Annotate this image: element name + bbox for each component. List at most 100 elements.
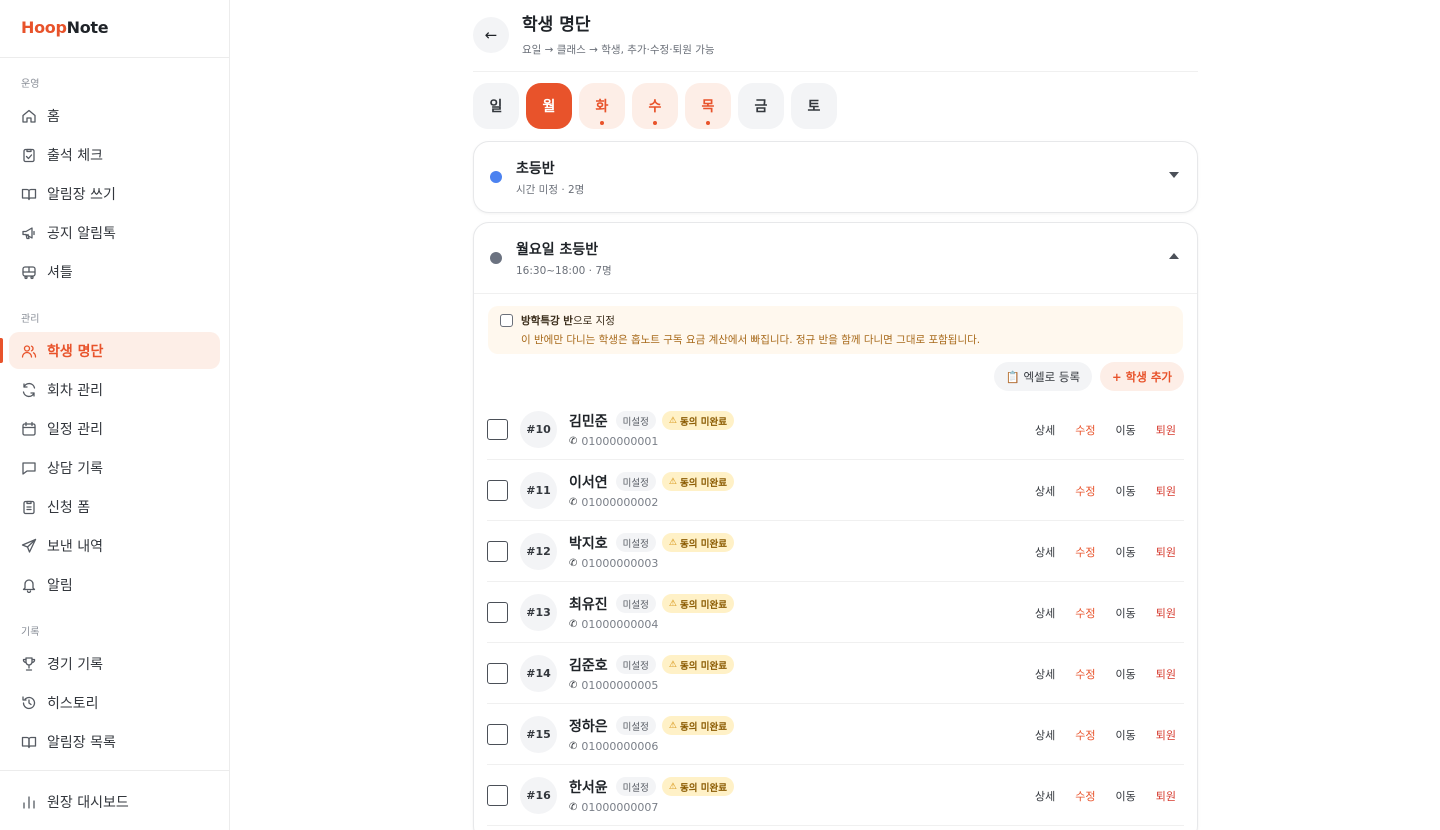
sidebar-item-history[interactable]: 히스토리: [9, 684, 220, 721]
sidebar-item-clipboard-check[interactable]: 출석 체크: [9, 136, 220, 173]
sidebar-item-label: 알림장 목록: [47, 734, 116, 751]
consent-badge: ⚠ 동의 미완료: [661, 533, 734, 552]
sidebar-item-calendar[interactable]: 일정 관리: [9, 410, 220, 447]
day-tab[interactable]: 월: [526, 83, 572, 129]
special-class-label: 방학특강 반으로 지정: [521, 313, 1171, 328]
trophy-icon: [21, 656, 37, 672]
student-name[interactable]: 한서윤: [569, 777, 608, 797]
sidebar-item-users[interactable]: 학생 명단: [0, 332, 220, 369]
class-card-header[interactable]: 초등반 시간 미정 · 2명: [474, 142, 1197, 212]
student-name[interactable]: 김민준: [569, 411, 608, 431]
student-checkbox[interactable]: [487, 601, 508, 623]
unset-badge: 미설정: [615, 594, 656, 613]
phone-icon: ✆: [569, 801, 578, 813]
student-checkbox[interactable]: [487, 418, 508, 440]
withdraw-button[interactable]: 퇴원: [1156, 788, 1176, 804]
sidebar-item-bus[interactable]: 셔틀: [9, 253, 220, 290]
move-button[interactable]: 이동: [1116, 727, 1136, 743]
day-tab[interactable]: 목: [685, 83, 731, 129]
student-name[interactable]: 최유진: [569, 594, 608, 614]
sidebar-item-book-open[interactable]: 알림장 쓰기: [9, 175, 220, 212]
chevron-up-icon[interactable]: [1169, 253, 1179, 259]
student-checkbox[interactable]: [487, 540, 508, 562]
student-checkbox[interactable]: [487, 784, 508, 806]
sidebar-item-clipboard-list[interactable]: 신청 폼: [9, 488, 220, 525]
warning-icon: ⚠: [668, 781, 677, 792]
move-button[interactable]: 이동: [1116, 788, 1136, 804]
student-name[interactable]: 정하은: [569, 716, 608, 736]
move-button[interactable]: 이동: [1116, 666, 1136, 682]
day-tab[interactable]: 금: [738, 83, 784, 129]
edit-button[interactable]: 수정: [1075, 727, 1095, 743]
users-icon: [21, 343, 37, 359]
student-info: 한서윤 미설정 ⚠ 동의 미완료 ✆ 01000000007: [569, 777, 734, 814]
bar-chart-icon: [21, 794, 37, 810]
excel-import-button[interactable]: 📋 엑셀로 등록: [993, 362, 1093, 391]
student-checkbox[interactable]: [487, 479, 508, 501]
sidebar-item-card[interactable]: 학원비 청구: [9, 822, 220, 830]
withdraw-button[interactable]: 퇴원: [1156, 666, 1176, 682]
detail-button[interactable]: 상세: [1035, 422, 1055, 438]
phone-number: 01000000003: [581, 556, 659, 570]
class-card-header[interactable]: 월요일 초등반 16:30~18:00 · 7명: [474, 223, 1197, 294]
detail-button[interactable]: 상세: [1035, 483, 1055, 499]
move-button[interactable]: 이동: [1116, 483, 1136, 499]
student-list: #10 김민준 미설정 ⚠ 동의 미완료 ✆ 01000000001 상세 수정 이동 퇴원 #11 이…: [474, 399, 1197, 826]
day-tab[interactable]: 수: [632, 83, 678, 129]
day-tab[interactable]: 토: [791, 83, 837, 129]
consent-badge: ⚠ 동의 미완료: [661, 411, 734, 430]
phone-icon: ✆: [569, 496, 578, 508]
day-tab[interactable]: 화: [579, 83, 625, 129]
special-class-checkbox[interactable]: [500, 314, 513, 327]
student-checkbox[interactable]: [487, 723, 508, 745]
detail-button[interactable]: 상세: [1035, 788, 1055, 804]
detail-button[interactable]: 상세: [1035, 727, 1055, 743]
page-subtitle: 요일 → 클래스 → 학생, 추가·수정·퇴원 가능: [522, 44, 715, 56]
move-button[interactable]: 이동: [1116, 605, 1136, 621]
warning-icon: ⚠: [668, 537, 677, 548]
sidebar-item-refresh[interactable]: 회차 관리: [9, 371, 220, 408]
sidebar-item-megaphone[interactable]: 공지 알림톡: [9, 214, 220, 251]
page-title: 학생 명단: [522, 15, 591, 35]
class-meta: 16:30~18:00 · 7명: [516, 264, 612, 277]
sidebar-item-bar-chart[interactable]: 원장 대시보드: [9, 783, 220, 820]
student-name[interactable]: 이서연: [569, 472, 608, 492]
sidebar-item-home[interactable]: 홈: [9, 97, 220, 134]
withdraw-button[interactable]: 퇴원: [1156, 483, 1176, 499]
edit-button[interactable]: 수정: [1075, 666, 1095, 682]
withdraw-button[interactable]: 퇴원: [1156, 422, 1176, 438]
edit-button[interactable]: 수정: [1075, 544, 1095, 560]
unset-badge: 미설정: [615, 472, 656, 491]
day-tab[interactable]: 일: [473, 83, 519, 129]
sidebar-item-trophy[interactable]: 경기 기록: [9, 645, 220, 682]
student-checkbox[interactable]: [487, 662, 508, 684]
withdraw-button[interactable]: 퇴원: [1156, 727, 1176, 743]
edit-button[interactable]: 수정: [1075, 483, 1095, 499]
add-student-button[interactable]: + 학생 추가: [1100, 362, 1184, 391]
withdraw-button[interactable]: 퇴원: [1156, 544, 1176, 560]
sidebar-item-book-open[interactable]: 알림장 목록: [9, 723, 220, 760]
detail-button[interactable]: 상세: [1035, 544, 1055, 560]
student-name[interactable]: 박지호: [569, 533, 608, 553]
sidebar-item-bell[interactable]: 알림: [9, 566, 220, 603]
detail-button[interactable]: 상세: [1035, 605, 1055, 621]
move-button[interactable]: 이동: [1116, 544, 1136, 560]
move-button[interactable]: 이동: [1116, 422, 1136, 438]
chevron-down-icon[interactable]: [1169, 172, 1179, 178]
unset-badge: 미설정: [615, 655, 656, 674]
detail-button[interactable]: 상세: [1035, 666, 1055, 682]
app-logo[interactable]: HoopNote: [0, 0, 229, 58]
sidebar-item-message-square[interactable]: 상담 기록: [9, 449, 220, 486]
warning-icon: ⚠: [668, 659, 677, 670]
edit-button[interactable]: 수정: [1075, 422, 1095, 438]
edit-button[interactable]: 수정: [1075, 605, 1095, 621]
edit-button[interactable]: 수정: [1075, 788, 1095, 804]
student-info: 김준호 미설정 ⚠ 동의 미완료 ✆ 01000000005: [569, 655, 734, 692]
withdraw-button[interactable]: 퇴원: [1156, 605, 1176, 621]
back-button[interactable]: ←: [473, 17, 509, 53]
student-name[interactable]: 김준호: [569, 655, 608, 675]
consent-badge-label: 동의 미완료: [679, 660, 727, 672]
special-class-label-bold: 방학특강 반: [521, 315, 573, 327]
class-card-elementary[interactable]: 초등반 시간 미정 · 2명: [473, 141, 1198, 213]
sidebar-item-send[interactable]: 보낸 내역: [9, 527, 220, 564]
